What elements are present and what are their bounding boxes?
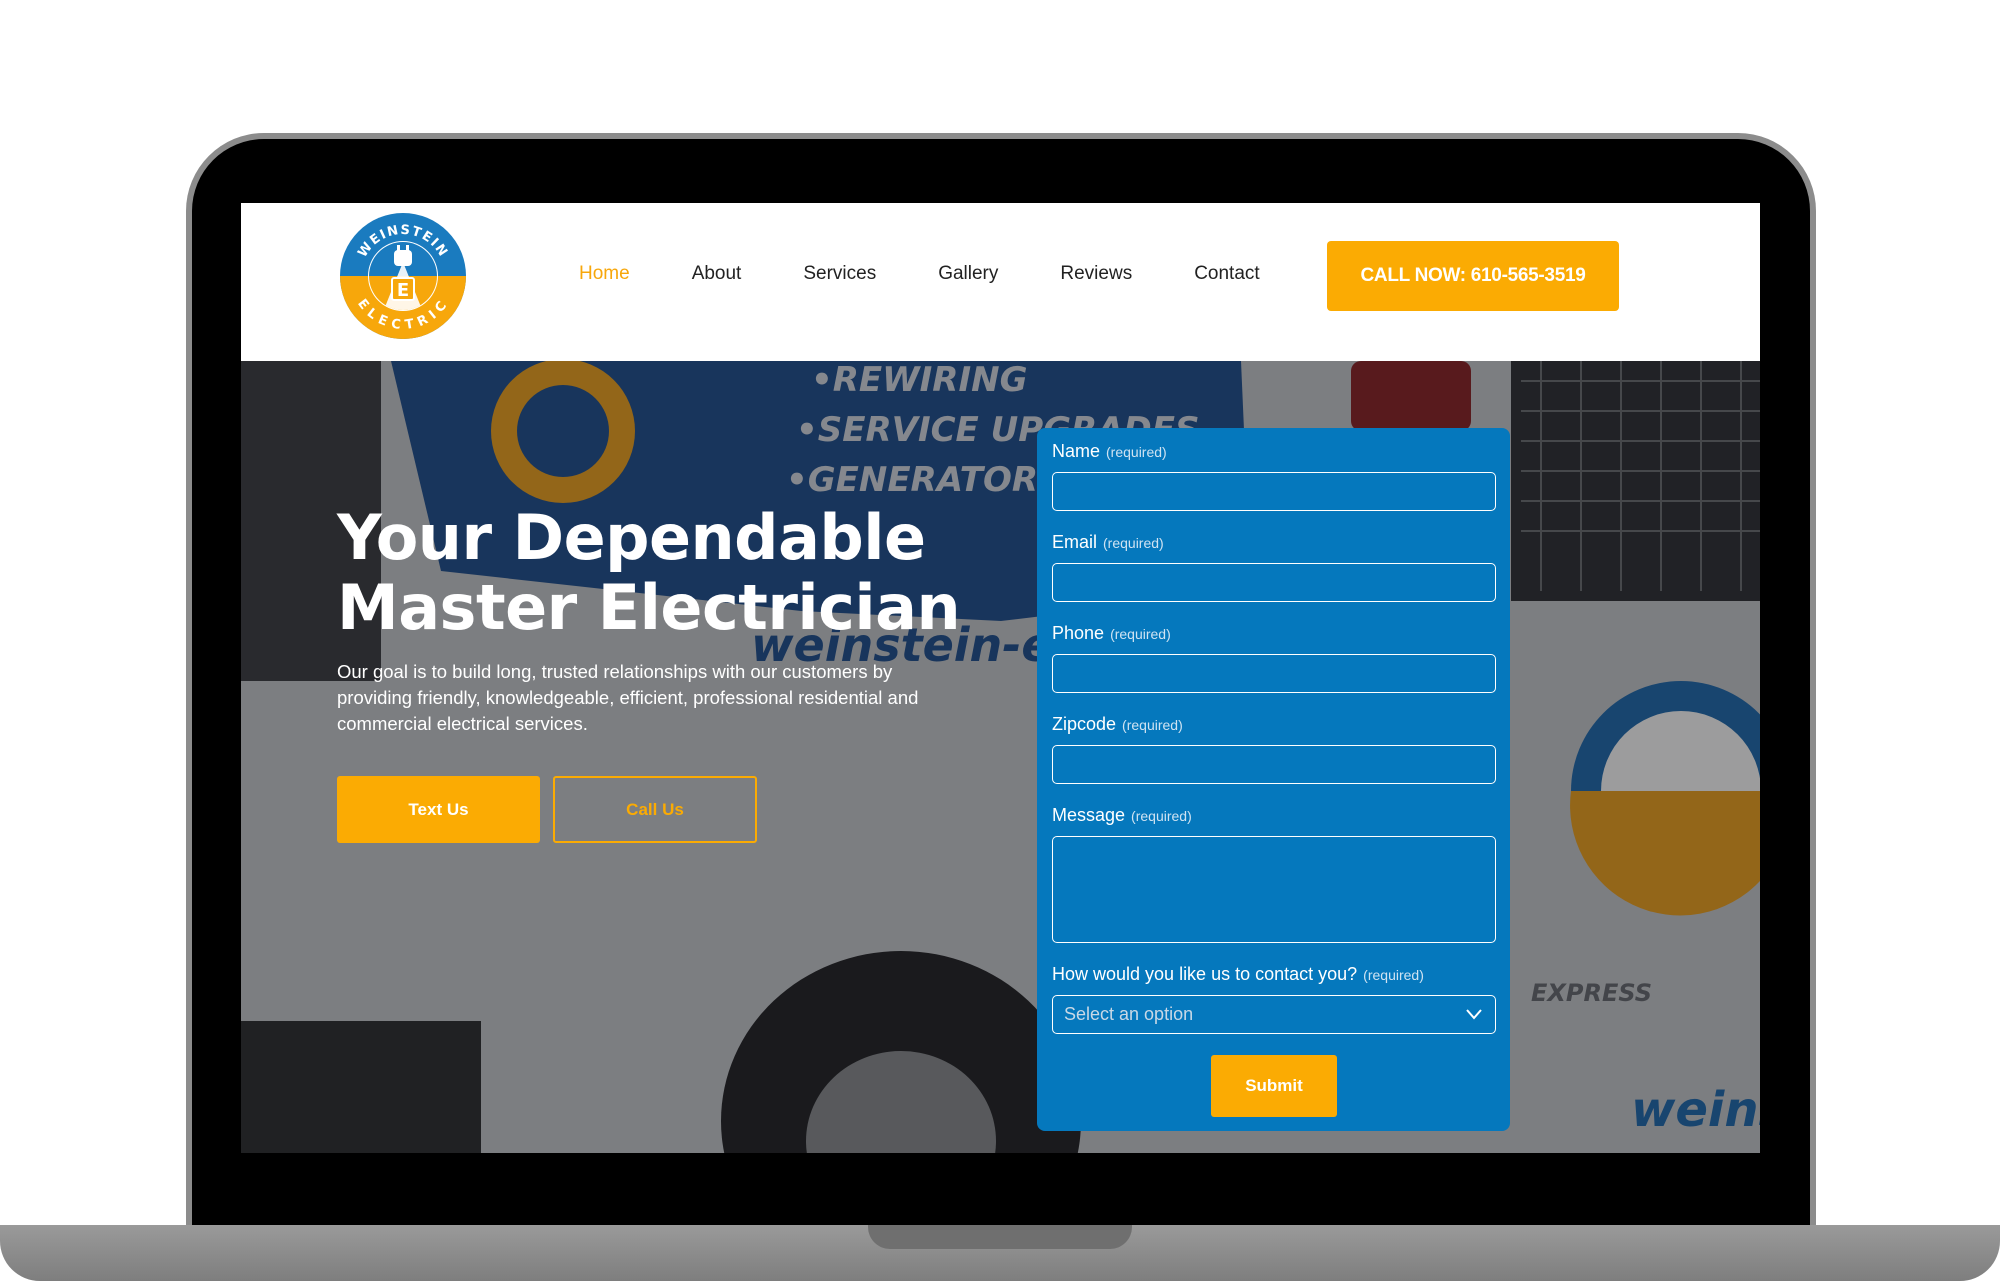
site-header: E WEINSTEIN ELECTRIC Home About Services… (241, 203, 1760, 361)
nav-reviews[interactable]: Reviews (1060, 263, 1132, 293)
nav-services[interactable]: Services (803, 263, 876, 293)
chevron-down-icon (1466, 1009, 1482, 1020)
svg-text:E: E (397, 280, 409, 301)
text-us-button[interactable]: Text Us (337, 776, 540, 843)
email-field[interactable] (1052, 563, 1496, 602)
name-required-tag: (required) (1106, 444, 1167, 460)
email-required-tag: (required) (1103, 535, 1164, 551)
nav-gallery[interactable]: Gallery (938, 263, 998, 293)
call-now-button[interactable]: CALL NOW: 610-565-3519 (1327, 241, 1619, 311)
message-field[interactable] (1052, 836, 1496, 943)
zipcode-required-tag: (required) (1122, 717, 1183, 733)
contact-method-label: How would you like us to contact you? (re… (1052, 964, 1424, 984)
nav-contact[interactable]: Contact (1194, 263, 1259, 293)
contact-form: Name (required) Email (required) Phone (req… (1037, 428, 1510, 1131)
laptop-notch (868, 1225, 1132, 1249)
zipcode-field[interactable] (1052, 745, 1496, 784)
name-label: Name (required) (1052, 441, 1167, 461)
hero-title-line-1: Your Dependable (337, 501, 926, 574)
phone-field[interactable] (1052, 654, 1496, 693)
submit-button[interactable]: Submit (1211, 1055, 1337, 1117)
call-us-button[interactable]: Call Us (553, 776, 757, 843)
contact-method-select[interactable]: Select an option (1052, 995, 1496, 1034)
laptop-screen: E WEINSTEIN ELECTRIC Home About Services… (241, 203, 1760, 1153)
zipcode-label: Zipcode (required) (1052, 714, 1183, 734)
message-label: Message (required) (1052, 805, 1192, 825)
main-nav: Home About Services Gallery Reviews Cont… (579, 263, 1322, 293)
hero-title-line-2: Master Electrician (337, 571, 961, 644)
select-placeholder: Select an option (1064, 1004, 1194, 1024)
contact-method-required-tag: (required) (1363, 967, 1424, 983)
message-required-tag: (required) (1131, 808, 1192, 824)
hero-dark-overlay (241, 361, 1760, 1153)
phone-label: Phone (required) (1052, 623, 1171, 643)
name-field[interactable] (1052, 472, 1496, 511)
nav-about[interactable]: About (692, 263, 742, 293)
email-label: Email (required) (1052, 532, 1164, 552)
hero-subtitle: Our goal is to build long, trusted relat… (337, 661, 919, 734)
nav-home[interactable]: Home (579, 263, 630, 293)
hero-title: Your Dependable Master Electrician (337, 503, 977, 643)
phone-required-tag: (required) (1110, 626, 1171, 642)
hero-section: •REWIRING •SERVICE UPGRADES •GENERATORS … (241, 361, 1760, 1153)
weinstein-electric-logo[interactable]: E WEINSTEIN ELECTRIC (339, 212, 467, 340)
